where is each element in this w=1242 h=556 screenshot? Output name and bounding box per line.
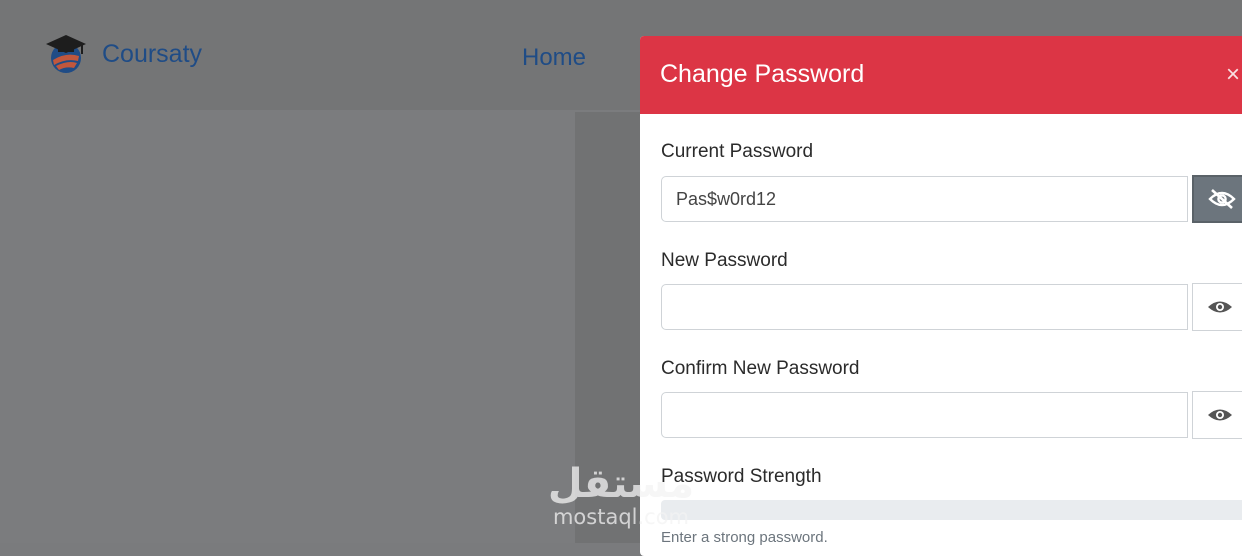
eye-icon <box>1208 301 1232 313</box>
current-password-toggle-button[interactable] <box>1192 175 1242 223</box>
current-password-input[interactable] <box>661 176 1188 222</box>
close-icon[interactable]: × <box>1226 61 1240 89</box>
new-password-label: New Password <box>661 250 788 271</box>
change-password-modal: Change Password × Current Password New P… <box>640 36 1242 556</box>
modal-title: Change Password <box>660 60 865 88</box>
password-strength-help: Enter a strong password. <box>661 529 828 546</box>
eye-icon <box>1208 409 1232 421</box>
watermark-arabic: مستقل <box>547 461 695 507</box>
new-password-toggle-button[interactable] <box>1192 283 1242 331</box>
nav-home-link[interactable]: Home <box>522 44 586 72</box>
current-password-label: Current Password <box>661 141 814 162</box>
eye-slash-icon <box>1208 189 1236 209</box>
password-strength-bar <box>661 500 1242 520</box>
confirm-password-label: Confirm New Password <box>661 358 860 379</box>
brand[interactable]: Coursaty <box>44 32 202 76</box>
brand-name: Coursaty <box>102 39 203 68</box>
new-password-input[interactable] <box>661 284 1188 330</box>
watermark-latin: mostaql.com <box>552 505 690 529</box>
confirm-password-toggle-button[interactable] <box>1192 391 1242 439</box>
modal-header: Change Password × <box>640 36 1242 114</box>
graduation-cap-logo-icon <box>46 35 86 73</box>
watermark: مستقل mostaql.com <box>546 462 696 528</box>
confirm-password-input[interactable] <box>661 392 1188 438</box>
